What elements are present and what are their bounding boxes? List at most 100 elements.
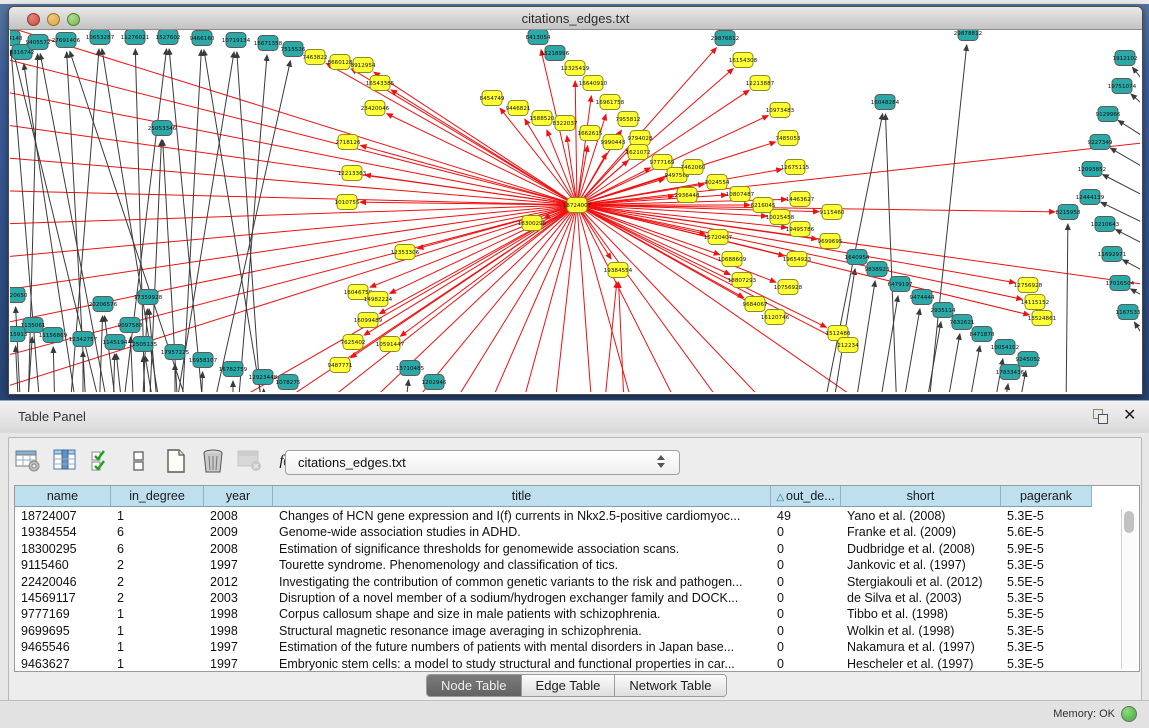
network-node[interactable]: 8912954 bbox=[351, 58, 376, 73]
delete-table-icon[interactable] bbox=[199, 447, 227, 475]
network-node[interactable]: 7955812 bbox=[616, 112, 641, 127]
network-node[interactable]: 8454749 bbox=[480, 91, 505, 106]
column-header-title[interactable]: title bbox=[273, 486, 771, 507]
network-node[interactable]: 14982224 bbox=[364, 292, 393, 307]
network-node[interactable]: 29878812 bbox=[954, 30, 982, 41]
table-row[interactable]: 1872400712008Changes of HCN gene express… bbox=[15, 508, 1120, 524]
table-row[interactable]: 977716911998Corpus callosum shape and si… bbox=[15, 606, 1120, 622]
network-node[interactable]: 2520650 bbox=[10, 288, 28, 303]
network-node[interactable]: 6479197 bbox=[888, 277, 913, 292]
scrollbar-thumb[interactable] bbox=[1124, 511, 1134, 533]
network-node[interactable]: 29876812 bbox=[711, 31, 739, 46]
column-header-name[interactable]: name bbox=[15, 486, 111, 507]
network-node[interactable]: 12213363 bbox=[338, 166, 367, 181]
network-node[interactable]: 10719134 bbox=[222, 33, 251, 48]
network-node[interactable]: 1662615 bbox=[578, 126, 603, 141]
network-node[interactable]: 9699695 bbox=[818, 234, 843, 249]
network-node[interactable]: 17016504 bbox=[1106, 276, 1135, 291]
tab-edge-table[interactable]: Edge Table bbox=[522, 675, 616, 696]
network-node[interactable]: 13710485 bbox=[396, 361, 425, 376]
table-row[interactable]: 1830029562008Estimation of significance … bbox=[15, 541, 1120, 557]
network-node[interactable]: 23420046 bbox=[361, 101, 390, 116]
network-node[interactable]: 10054102 bbox=[991, 340, 1019, 355]
network-node[interactable]: 7463822 bbox=[303, 50, 328, 65]
network-node[interactable]: 9115460 bbox=[820, 205, 845, 220]
network-node[interactable]: 13524861 bbox=[1028, 311, 1057, 326]
table-row[interactable]: 2242004622012Investigating the contribut… bbox=[15, 574, 1120, 590]
network-node[interactable]: 12325419 bbox=[561, 61, 590, 76]
table-selector-dropdown[interactable]: citations_edges.txt bbox=[285, 450, 680, 475]
network-node[interactable]: 16099489 bbox=[354, 313, 383, 328]
citation-network-graph[interactable]: 1294148831674294055722769140610653287112… bbox=[10, 30, 1140, 392]
network-node[interactable]: 7462060 bbox=[681, 160, 706, 175]
network-node[interactable]: 11692971 bbox=[1098, 247, 1127, 262]
network-node[interactable]: 12444139 bbox=[1076, 190, 1105, 205]
network-node[interactable]: 9245052 bbox=[1016, 352, 1041, 367]
new-table-icon[interactable] bbox=[162, 447, 190, 475]
network-node[interactable]: 18807293 bbox=[728, 273, 757, 288]
network-node[interactable]: 10210643 bbox=[1091, 217, 1120, 232]
network-node[interactable]: 12505135 bbox=[129, 337, 158, 352]
network-node[interactable]: 1167533 bbox=[1116, 305, 1140, 320]
network-node[interactable]: 27691406 bbox=[52, 33, 81, 48]
network-node[interactable]: 16048284 bbox=[871, 95, 900, 110]
network-node[interactable]: 12756928 bbox=[1014, 278, 1043, 293]
network-node[interactable]: 8413054 bbox=[526, 30, 551, 45]
network-node[interactable]: 2936448 bbox=[675, 188, 700, 203]
network-node[interactable]: 14463627 bbox=[786, 192, 815, 207]
vertical-scrollbar[interactable] bbox=[1121, 509, 1137, 669]
network-node[interactable]: 8471878 bbox=[970, 327, 995, 342]
network-node[interactable]: 1078275 bbox=[276, 375, 301, 390]
network-window-titlebar[interactable]: citations_edges.txt bbox=[9, 7, 1142, 30]
network-node[interactable]: 16120746 bbox=[761, 310, 790, 325]
network-node[interactable]: 1202946 bbox=[422, 375, 447, 390]
show-column-icon[interactable] bbox=[51, 447, 79, 475]
network-node[interactable]: 12923448 bbox=[249, 370, 278, 385]
network-node[interactable]: 16543385 bbox=[366, 76, 395, 91]
network-node[interactable]: 9474444 bbox=[910, 290, 935, 305]
network-node[interactable]: 16640910 bbox=[579, 76, 608, 91]
network-node[interactable]: 19495786 bbox=[786, 222, 815, 237]
network-view-window[interactable]: citations_edges.txt 12941488316742940557… bbox=[8, 6, 1143, 395]
network-canvas[interactable]: 1294148831674294055722769140610653287112… bbox=[10, 30, 1140, 392]
network-node[interactable]: 2718126 bbox=[336, 135, 361, 150]
network-node[interactable]: 19751074 bbox=[1108, 79, 1137, 94]
network-node[interactable]: 9446821 bbox=[506, 101, 531, 116]
network-node[interactable]: 11276021 bbox=[121, 30, 150, 45]
network-node[interactable]: 16154308 bbox=[729, 53, 758, 68]
network-node[interactable]: 7625402 bbox=[341, 335, 366, 350]
column-header-out_de[interactable]: △out_de... bbox=[771, 486, 841, 507]
column-header-pagerank[interactable]: pagerank bbox=[1001, 486, 1092, 507]
network-node[interactable]: 1010755 bbox=[335, 195, 360, 210]
network-node[interactable]: 16958107 bbox=[189, 353, 218, 368]
network-node[interactable]: 1294148 bbox=[10, 31, 23, 46]
network-node[interactable]: 1640954 bbox=[845, 250, 870, 265]
network-node[interactable]: 1912102 bbox=[1113, 51, 1138, 66]
network-node[interactable]: 10807487 bbox=[726, 187, 755, 202]
network-node[interactable]: 9794028 bbox=[628, 131, 653, 146]
network-node[interactable]: 20206576 bbox=[89, 297, 118, 312]
select-all-icon[interactable] bbox=[88, 447, 116, 475]
network-node[interactable]: 212234 bbox=[837, 338, 859, 353]
table-settings-icon[interactable] bbox=[14, 447, 42, 475]
network-node[interactable]: 16671358 bbox=[254, 36, 283, 51]
network-node[interactable]: 10756928 bbox=[774, 280, 803, 295]
row-options-icon[interactable] bbox=[125, 447, 153, 475]
network-node[interactable]: 12213887 bbox=[746, 76, 775, 91]
table-row[interactable]: 1938455462009Genome-wide association stu… bbox=[15, 524, 1120, 540]
table-row[interactable]: 946554611997Estimation of the future num… bbox=[15, 639, 1120, 655]
network-node[interactable]: 16961758 bbox=[596, 95, 625, 110]
network-node[interactable]: 1588520 bbox=[530, 111, 555, 126]
column-header-short[interactable]: short bbox=[841, 486, 1001, 507]
network-node[interactable]: 12093852 bbox=[1078, 162, 1106, 177]
float-panel-icon[interactable] bbox=[1093, 409, 1109, 425]
table-row[interactable]: 946362711997Embryonic stem cells: a mode… bbox=[15, 656, 1120, 672]
table-row[interactable]: 1456911722003Disruption of a novel membe… bbox=[15, 590, 1120, 606]
network-node[interactable]: 12675115 bbox=[781, 160, 810, 175]
network-node[interactable]: 7485053 bbox=[776, 131, 801, 146]
network-node[interactable]: 9097588 bbox=[118, 318, 143, 333]
network-node[interactable]: 2935114 bbox=[931, 303, 956, 318]
network-node[interactable]: 10591447 bbox=[376, 337, 405, 352]
network-node[interactable]: 9227349 bbox=[1088, 135, 1113, 150]
network-node[interactable]: 17833436 bbox=[996, 365, 1025, 380]
